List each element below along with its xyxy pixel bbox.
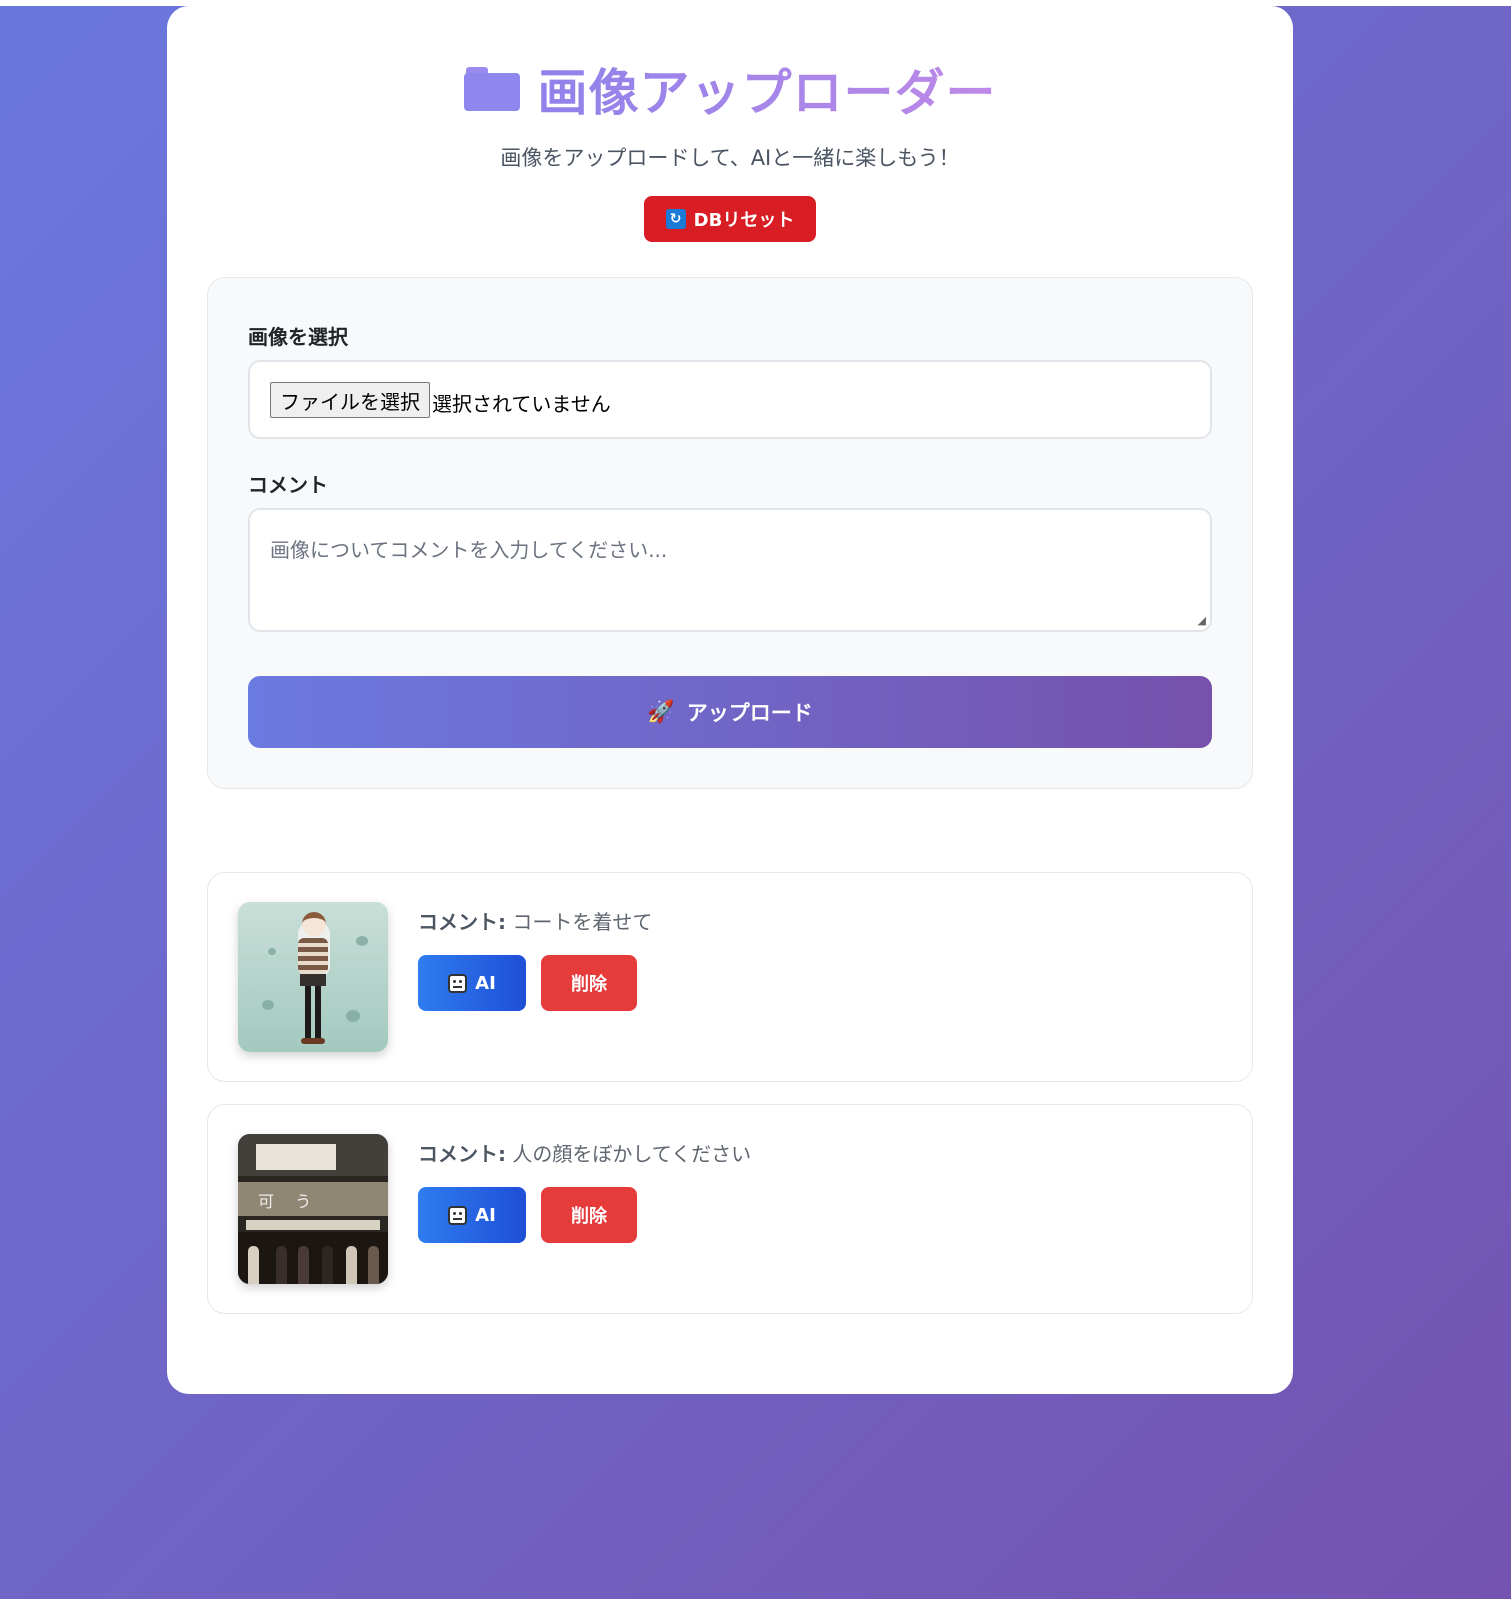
robot-icon xyxy=(448,1205,468,1225)
image-thumbnail xyxy=(238,902,388,1052)
main-card: 画像アップローダー 画像をアップロードして、AIと一緒に楽しもう！ ↻ DBリセ… xyxy=(167,6,1293,1394)
upload-form: 画像を選択 ファイルを選択 選択されていません コメント 画像についてコメントを… xyxy=(207,277,1253,789)
ai-button[interactable]: AI xyxy=(418,1187,526,1243)
db-reset-button[interactable]: ↻ DBリセット xyxy=(643,196,817,242)
image-select-label: 画像を選択 xyxy=(248,325,348,349)
page-title: 画像アップローダー xyxy=(538,53,997,125)
item-comment: コメント: 人の顔をぼかしてください xyxy=(418,1138,751,1167)
resize-handle-icon[interactable]: ◢ xyxy=(1198,614,1206,627)
comment-textarea[interactable]: 画像についてコメントを入力してください... ◢ xyxy=(248,508,1212,632)
title-row: 画像アップローダー xyxy=(167,54,1293,124)
upload-button[interactable]: 🚀 アップロード xyxy=(248,676,1212,748)
item-comment: コメント: コートを着せて xyxy=(418,906,652,935)
comment-label: コメント xyxy=(248,473,328,497)
image-thumbnail: 可 う xyxy=(238,1134,388,1284)
rocket-icon: 🚀 xyxy=(647,699,675,725)
item-comment-text: 人の顔をぼかしてください xyxy=(512,1142,752,1166)
folder-icon xyxy=(463,67,520,111)
ai-button-label: AI xyxy=(475,1204,496,1226)
sync-icon: ↻ xyxy=(665,209,686,229)
item-comment-text: コートを着せて xyxy=(512,910,653,934)
ai-button-label: AI xyxy=(475,972,496,994)
file-input[interactable]: ファイルを選択 選択されていません xyxy=(248,360,1212,439)
page-header: 画像アップローダー 画像をアップロードして、AIと一緒に楽しもう！ ↻ DBリセ… xyxy=(167,54,1293,242)
ai-button[interactable]: AI xyxy=(418,955,526,1011)
delete-button[interactable]: 削除 xyxy=(541,1187,637,1243)
delete-button[interactable]: 削除 xyxy=(541,955,637,1011)
page-subtitle: 画像をアップロードして、AIと一緒に楽しもう！ xyxy=(500,146,960,170)
file-status: 選択されていません xyxy=(432,392,611,416)
image-item: コメント: コートを着せて AI 削除 xyxy=(207,872,1253,1082)
robot-icon xyxy=(448,973,468,993)
comment-placeholder: 画像についてコメントを入力してください... xyxy=(270,538,668,562)
db-reset-label: DBリセット xyxy=(693,210,795,231)
item-comment-label: コメント: xyxy=(418,1142,506,1166)
item-comment-label: コメント: xyxy=(418,910,506,934)
upload-button-label: アップロード xyxy=(686,701,813,725)
image-item: 可 う コメント: 人の顔をぼかしてください AI 削除 xyxy=(207,1104,1253,1314)
choose-file-button[interactable]: ファイルを選択 xyxy=(270,382,430,418)
